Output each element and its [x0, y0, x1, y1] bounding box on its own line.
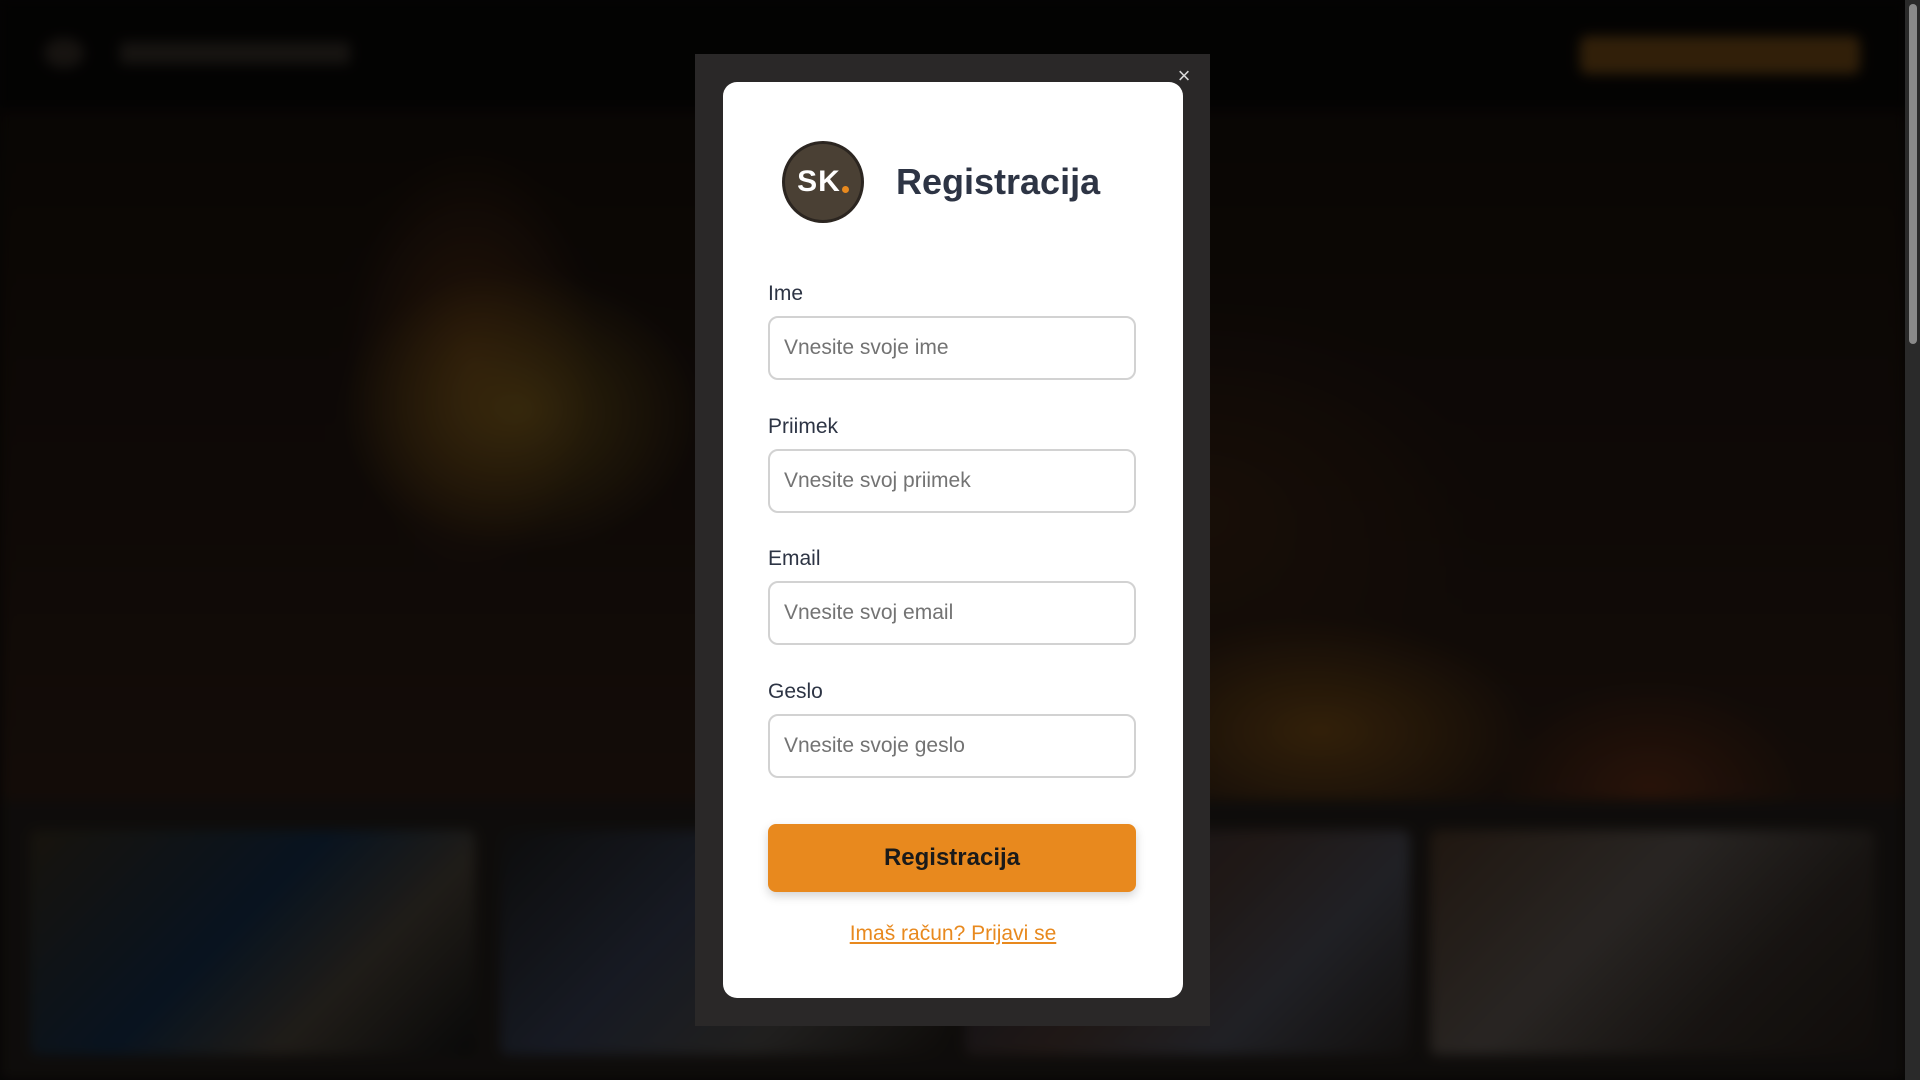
logo-letters: SK: [797, 165, 841, 198]
register-button[interactable]: Registracija: [768, 824, 1136, 892]
last-name-label: Priimek: [768, 415, 839, 438]
page-scrollbar[interactable]: [1905, 0, 1920, 1080]
registration-modal: × SK Registracija Ime Priimek Email Gesl…: [695, 54, 1210, 1026]
first-name-input[interactable]: [768, 316, 1136, 380]
modal-title: Registracija: [896, 161, 1101, 202]
email-input[interactable]: [768, 581, 1136, 645]
last-name-input[interactable]: [768, 449, 1136, 513]
logo-dot: [841, 186, 849, 193]
login-link[interactable]: Imaš račun? Prijavi se: [723, 922, 1183, 946]
scrollbar-thumb[interactable]: [1909, 4, 1917, 344]
first-name-label: Ime: [768, 282, 804, 305]
sk-logo-icon: SK: [783, 142, 863, 222]
password-label: Geslo: [768, 680, 823, 703]
close-icon[interactable]: ×: [1178, 63, 1191, 88]
email-label: Email: [768, 547, 821, 570]
logo-text: SK: [797, 165, 849, 199]
password-input[interactable]: [768, 714, 1136, 778]
registration-card: SK Registracija Ime Priimek Email Geslo …: [723, 82, 1183, 998]
page: × SK Registracija Ime Priimek Email Gesl…: [0, 0, 1920, 1080]
